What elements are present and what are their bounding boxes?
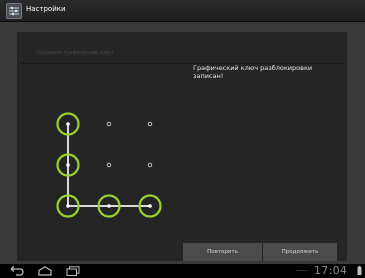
pattern-dot-8[interactable]: [107, 204, 111, 208]
pattern-dot-1[interactable]: [66, 122, 70, 126]
pattern-panel: Создайте графический ключ Графический кл…: [17, 32, 347, 261]
clock: 17:04: [314, 264, 348, 277]
action-bar: Настройки: [0, 0, 365, 22]
back-icon[interactable]: [10, 266, 24, 276]
home-icon[interactable]: [38, 266, 52, 276]
retry-button[interactable]: Повторить: [183, 243, 262, 261]
settings-sliders-icon[interactable]: [6, 3, 22, 19]
pattern-dot-9[interactable]: [148, 204, 152, 208]
app-title: Настройки: [26, 5, 66, 13]
pattern-dot-2[interactable]: [106, 121, 112, 127]
pattern-path: [67, 124, 150, 207]
content-area: Создайте графический ключ Графический кл…: [0, 22, 365, 264]
system-nav-bar: 17:04: [0, 264, 365, 278]
battery-icon: [357, 266, 362, 275]
pattern-dot-3[interactable]: [147, 121, 153, 127]
pattern-dot-5[interactable]: [106, 162, 112, 168]
notification-indicator: [296, 270, 308, 271]
pattern-dot-4[interactable]: [66, 163, 70, 167]
pattern-dot-6[interactable]: [147, 162, 153, 168]
pattern-status-message: Графический ключ разблокировки записан!: [193, 64, 313, 80]
continue-button[interactable]: Продолжить: [263, 243, 337, 261]
pattern-dot-7[interactable]: [66, 204, 70, 208]
recent-apps-icon[interactable]: [66, 266, 80, 276]
